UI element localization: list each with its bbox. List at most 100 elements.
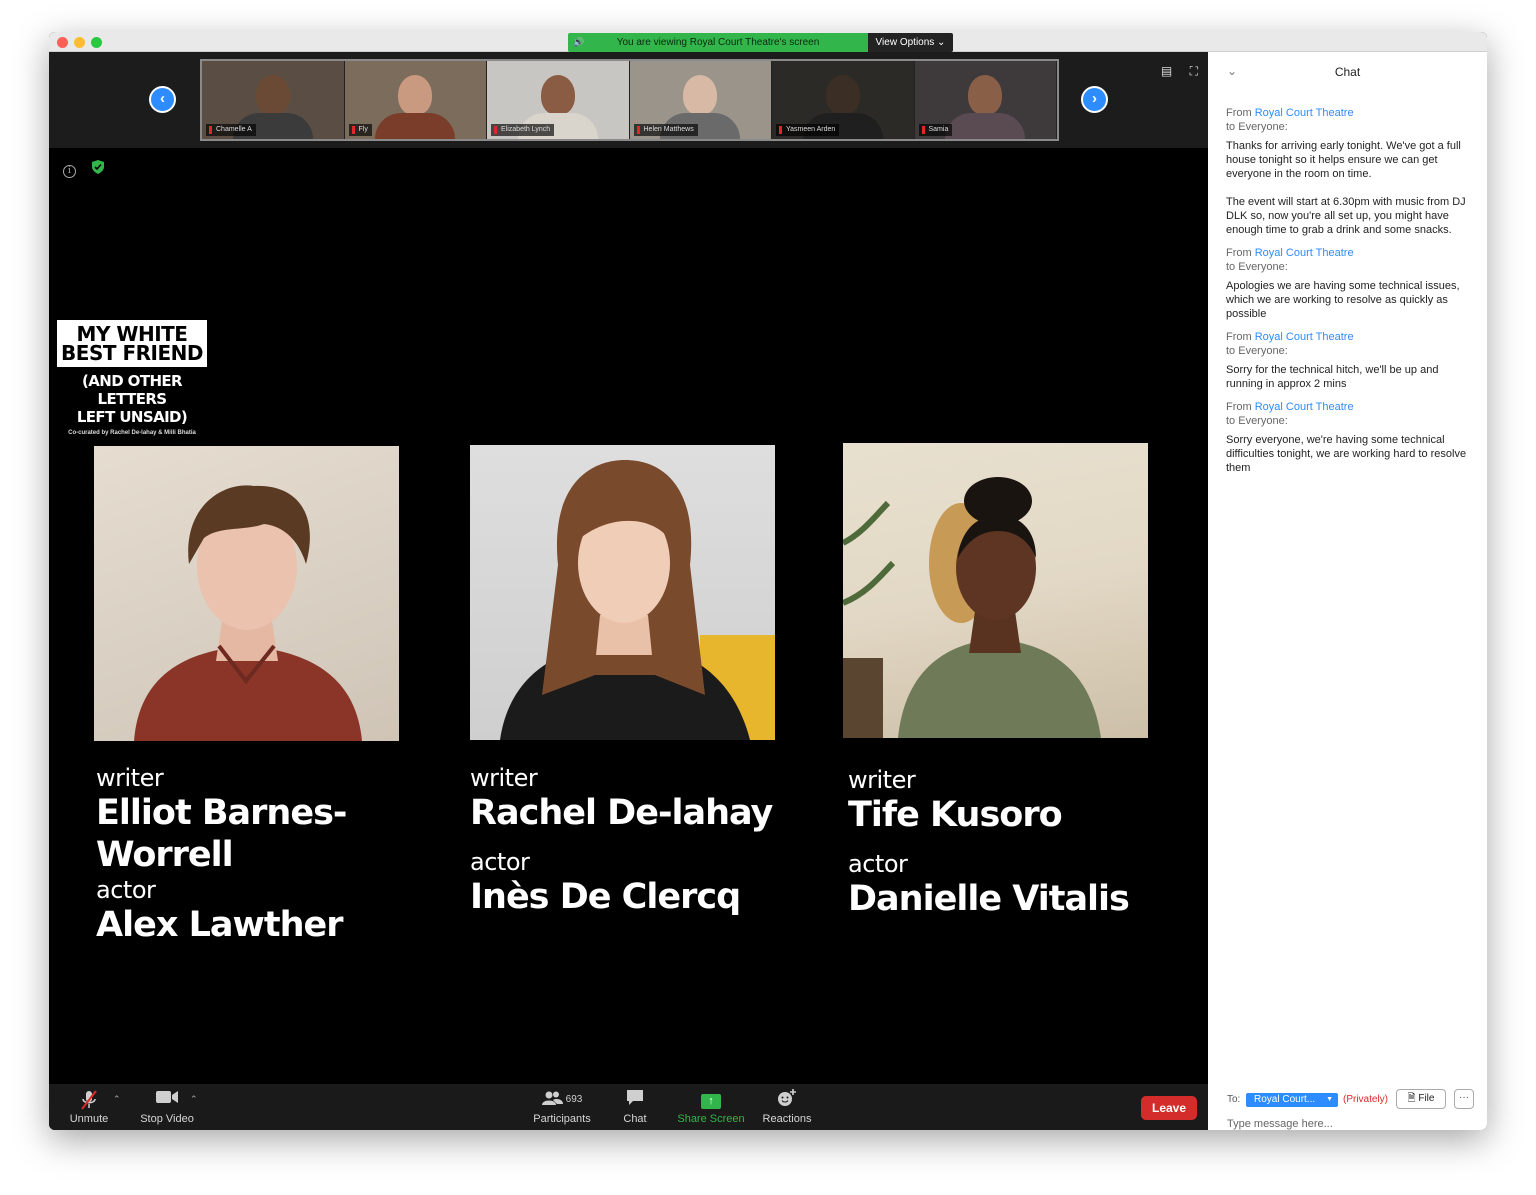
participant-name: Samia xyxy=(918,124,953,136)
show-subtitle-line2: LEFT UNSAID) xyxy=(76,408,188,426)
video-options-caret[interactable]: ⌃ xyxy=(190,1094,198,1105)
participant-video xyxy=(968,75,1003,115)
zoom-window: 🔊 You are viewing Royal Court Theatre's … xyxy=(49,32,1487,1130)
previous-page-button[interactable]: ‹ xyxy=(149,86,176,113)
credit-role-actor: actor xyxy=(470,848,530,876)
message-from: From Royal Court Theatre xyxy=(1226,246,1476,260)
from-prefix: From xyxy=(1226,247,1252,259)
smiley-plus-icon xyxy=(761,1089,813,1111)
muted-microphone-icon xyxy=(69,1089,109,1111)
message-from: From Royal Court Theatre xyxy=(1226,106,1476,120)
message-sender[interactable]: Royal Court Theatre xyxy=(1255,247,1354,259)
chat-button[interactable]: Chat xyxy=(619,1089,651,1125)
participant-thumbnail[interactable]: Elizabeth Lynch xyxy=(487,61,630,139)
show-title-line2: BEST FRIEND xyxy=(61,341,203,365)
credit-role-writer: writer xyxy=(848,766,916,794)
stop-video-button[interactable]: Stop Video xyxy=(137,1089,197,1125)
participant-name: Helen Matthews xyxy=(633,124,698,136)
minimize-window-button[interactable] xyxy=(74,37,85,48)
layout-icon[interactable]: ▤ xyxy=(1161,64,1172,78)
dropdown-arrow-icon: ▼ xyxy=(1326,1096,1333,1103)
show-subtitle-line1: (AND OTHER LETTERS xyxy=(81,372,183,408)
participant-name: Yasmeen Arden xyxy=(776,124,840,136)
message-recipient: to Everyone: xyxy=(1226,261,1288,273)
credits-block-3: writer Tife Kusoro actor Danielle Vitali… xyxy=(848,766,1188,920)
info-icon[interactable]: i xyxy=(63,165,76,178)
participant-thumbnail[interactable]: Chamelle A xyxy=(202,61,345,139)
credit-name-actor: Danielle Vitalis xyxy=(848,879,1130,919)
message-recipient: to Everyone: xyxy=(1226,345,1288,357)
message-sender[interactable]: Royal Court Theatre xyxy=(1255,401,1354,413)
message-text: Apologies we are having some technical i… xyxy=(1226,280,1460,320)
curator-credit: Co-curated by Rachel De-lahay & Milli Bh… xyxy=(68,430,196,436)
close-window-button[interactable] xyxy=(57,37,68,48)
view-options-button[interactable]: View Options ⌄ xyxy=(868,33,953,52)
more-options-button[interactable]: ··· xyxy=(1454,1089,1474,1109)
credit-name-actor: Inès De Clercq xyxy=(470,877,741,917)
zoom-window-button[interactable] xyxy=(91,37,102,48)
show-subtitle: (AND OTHER LETTERS LEFT UNSAID) xyxy=(57,372,207,426)
participant-video xyxy=(540,75,575,115)
chat-header: ⌄ Chat xyxy=(1208,52,1487,92)
portrait-photo-3 xyxy=(843,443,1148,738)
credit-role-writer: writer xyxy=(96,764,164,792)
chat-label: Chat xyxy=(623,1113,647,1125)
participant-name: Chamelle A xyxy=(206,124,256,136)
to-label: To: xyxy=(1227,1094,1241,1105)
credit-name-writer: Rachel De-lahay xyxy=(470,793,773,833)
shared-screen-area: ‹ Chamelle A Fly Elizabeth Lynch Helen Matt… xyxy=(49,52,1208,1084)
participant-video-body xyxy=(945,113,1026,139)
credit-name-writer: Elliot Barnes-Worrell xyxy=(96,793,347,875)
chat-message: From Royal Court Theatre to Everyone: Than… xyxy=(1226,106,1476,237)
credit-name-writer: Tife Kusoro xyxy=(848,795,1063,835)
shield-icon[interactable] xyxy=(92,160,105,174)
participants-label: Participants xyxy=(533,1113,591,1125)
share-screen-icon: ↑ xyxy=(676,1089,746,1111)
participant-thumbnail[interactable]: Yasmeen Arden xyxy=(772,61,915,139)
reactions-label: Reactions xyxy=(762,1113,812,1125)
participant-video xyxy=(398,75,433,115)
message-text: Sorry everyone, we're having some techni… xyxy=(1226,434,1467,474)
file-button[interactable]: 🗎 File xyxy=(1396,1089,1446,1109)
next-page-button[interactable]: › xyxy=(1081,86,1108,113)
stop-video-label: Stop Video xyxy=(140,1113,194,1125)
credit-role-writer: writer xyxy=(470,764,538,792)
participant-name: Fly xyxy=(348,124,372,136)
participant-name: Elizabeth Lynch xyxy=(491,124,555,136)
message-sender[interactable]: Royal Court Theatre xyxy=(1255,107,1354,119)
participant-video xyxy=(683,75,718,115)
speaker-icon: 🔊 xyxy=(573,37,585,47)
file-button-label: File xyxy=(1418,1093,1435,1104)
credit-role-actor: actor xyxy=(96,876,156,904)
recipient-select-value: Royal Court... xyxy=(1254,1094,1316,1105)
message-from: From Royal Court Theatre xyxy=(1226,330,1476,344)
reactions-button[interactable]: Reactions xyxy=(761,1089,813,1125)
message-text: The event will start at 6.30pm with musi… xyxy=(1226,196,1466,236)
leave-button[interactable]: Leave xyxy=(1141,1096,1197,1120)
participants-button[interactable]: 693 Participants xyxy=(531,1089,593,1125)
credits-block-2: writer Rachel De-lahay actor Inès De Cle… xyxy=(470,764,810,918)
meeting-toolbar: Unmute ⌃ Stop Video ⌃ 693 Participants C… xyxy=(49,1084,1208,1130)
chat-bubble-icon xyxy=(619,1089,651,1111)
unmute-label: Unmute xyxy=(69,1113,109,1125)
meeting-info-icons: i xyxy=(63,160,105,178)
participant-thumbnail[interactable]: Samia xyxy=(914,61,1057,139)
from-prefix: From xyxy=(1226,331,1252,343)
recipient-select[interactable]: Royal Court... ▼ xyxy=(1246,1093,1338,1107)
credit-name-actor: Alex Lawther xyxy=(96,905,343,945)
from-prefix: From xyxy=(1226,107,1252,119)
share-screen-button[interactable]: ↑ Share Screen xyxy=(676,1089,746,1125)
chat-message-input[interactable] xyxy=(1227,1118,1467,1130)
participant-thumbnail[interactable]: Fly xyxy=(344,61,487,139)
message-recipient: to Everyone: xyxy=(1226,121,1288,133)
participants-icon: 693 xyxy=(531,1089,593,1111)
participant-strip: ‹ Chamelle A Fly Elizabeth Lynch Helen Matt… xyxy=(49,52,1208,148)
share-banner-text: You are viewing Royal Court Theatre's sc… xyxy=(616,37,820,48)
unmute-button[interactable]: Unmute xyxy=(69,1089,109,1125)
message-sender[interactable]: Royal Court Theatre xyxy=(1255,331,1354,343)
participant-thumbnail[interactable]: Helen Matthews xyxy=(629,61,772,139)
screen-share-banner: 🔊 You are viewing Royal Court Theatre's … xyxy=(568,33,868,52)
title-bar: 🔊 You are viewing Royal Court Theatre's … xyxy=(49,32,1487,52)
fullscreen-icon[interactable]: ⛶ xyxy=(1190,64,1198,78)
audio-options-caret[interactable]: ⌃ xyxy=(113,1094,121,1105)
